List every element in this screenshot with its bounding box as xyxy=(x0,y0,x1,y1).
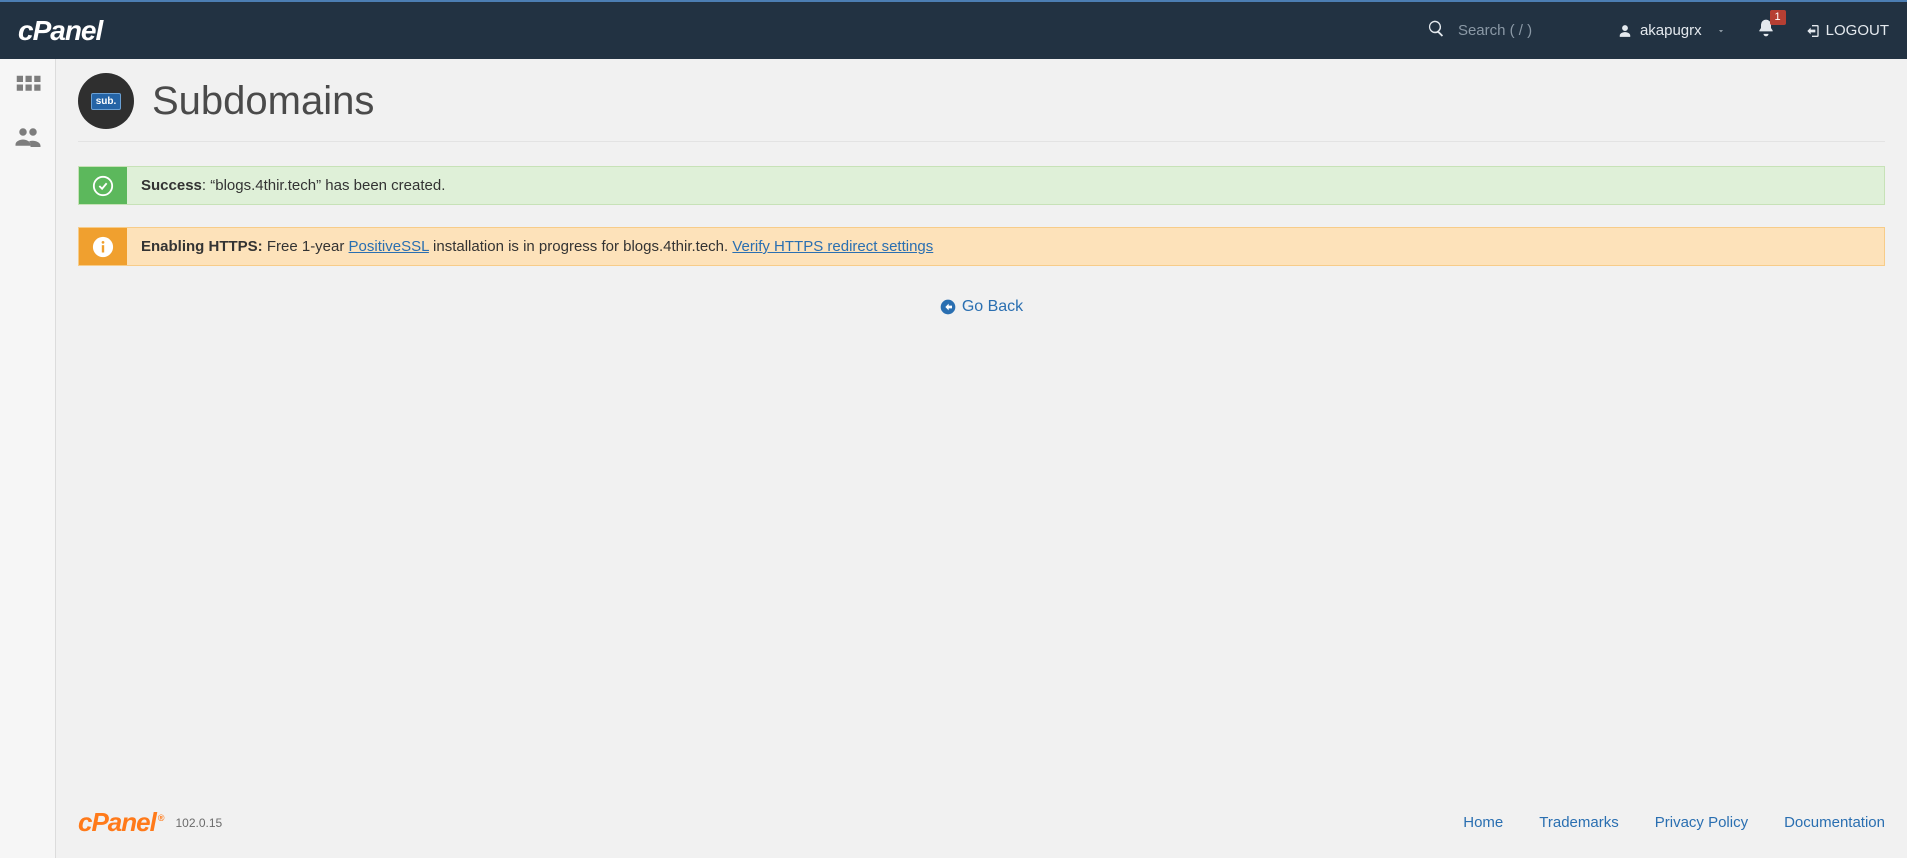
top-nav: cPanel akapugrx 1 LOGOUT xyxy=(0,0,1907,59)
footer-link-trademarks[interactable]: Trademarks xyxy=(1539,814,1618,831)
alert-info-pre: Free 1-year xyxy=(263,238,349,255)
go-back-label: Go Back xyxy=(962,298,1023,316)
alert-info: Enabling HTTPS: Free 1-year PositiveSSL … xyxy=(78,227,1885,266)
cpanel-logo-text: cPanel xyxy=(18,15,102,46)
subdomain-badge-label: sub. xyxy=(91,93,122,110)
username-label: akapugrx xyxy=(1640,22,1702,39)
info-icon-col xyxy=(79,228,127,265)
search-input[interactable] xyxy=(1458,22,1578,39)
user-icon xyxy=(1618,24,1632,38)
alert-success-body: Success: “blogs.4thir.tech” has been cre… xyxy=(127,167,1884,204)
alert-success-label: Success xyxy=(141,177,202,194)
user-menu[interactable]: akapugrx xyxy=(1618,22,1726,39)
sidebar-item-users[interactable] xyxy=(10,121,46,153)
logout-button[interactable]: LOGOUT xyxy=(1804,22,1889,39)
subdomains-icon: sub. xyxy=(78,73,134,129)
notifications-button[interactable]: 1 xyxy=(1756,18,1776,43)
alert-info-mid: installation is in progress for blogs.4t… xyxy=(429,238,733,255)
check-circle-icon xyxy=(92,175,114,197)
cpanel-logo[interactable]: cPanel xyxy=(18,15,102,47)
apps-grid-icon xyxy=(13,72,43,102)
users-icon xyxy=(13,122,43,152)
arrow-left-circle-icon xyxy=(940,299,956,315)
footer-link-home[interactable]: Home xyxy=(1463,814,1503,831)
verify-https-link[interactable]: Verify HTTPS redirect settings xyxy=(732,238,933,255)
page-header: sub. Subdomains xyxy=(78,73,1885,142)
footer-link-docs[interactable]: Documentation xyxy=(1784,814,1885,831)
footer: cPanel® 102.0.15 Home Trademarks Privacy… xyxy=(56,793,1907,858)
alert-info-label: Enabling HTTPS: xyxy=(141,238,263,255)
info-circle-icon xyxy=(92,236,114,258)
footer-link-privacy[interactable]: Privacy Policy xyxy=(1655,814,1748,831)
search-icon[interactable] xyxy=(1427,19,1446,43)
alert-success: Success: “blogs.4thir.tech” has been cre… xyxy=(78,166,1885,205)
go-back-link[interactable]: Go Back xyxy=(940,298,1023,316)
logout-label: LOGOUT xyxy=(1826,22,1889,39)
page-title: Subdomains xyxy=(152,79,374,124)
footer-cpanel-logo[interactable]: cPanel® xyxy=(78,807,163,838)
success-icon-col xyxy=(79,167,127,204)
positivessl-link[interactable]: PositiveSSL xyxy=(349,238,429,255)
sidebar xyxy=(0,59,56,858)
footer-links: Home Trademarks Privacy Policy Documenta… xyxy=(1463,814,1885,831)
sidebar-item-apps[interactable] xyxy=(10,71,46,103)
footer-version: 102.0.15 xyxy=(175,816,222,830)
search-group xyxy=(1427,19,1578,43)
notification-badge: 1 xyxy=(1770,10,1786,25)
registered-symbol: ® xyxy=(158,813,164,823)
caret-down-icon xyxy=(1716,26,1726,36)
go-back-row: Go Back xyxy=(78,298,1885,320)
logout-icon xyxy=(1804,23,1820,39)
alert-info-body: Enabling HTTPS: Free 1-year PositiveSSL … xyxy=(127,228,1884,265)
alert-success-msg: : “blogs.4thir.tech” has been created. xyxy=(202,177,445,194)
